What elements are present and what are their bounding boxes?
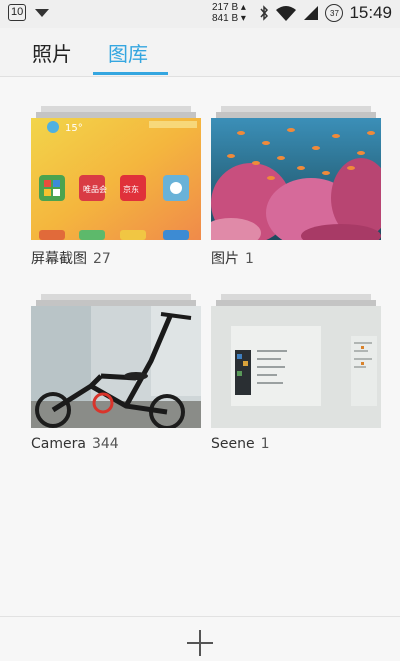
album-thumbnail: 15° 唯品会 京东 — [31, 118, 201, 240]
battery-icon: 37 — [325, 4, 344, 22]
album-count: 1 — [245, 251, 254, 267]
album-name: 屏幕截图 — [31, 251, 87, 267]
status-left: 10 — [8, 4, 50, 21]
album-label: 屏幕截图 27 — [31, 248, 111, 268]
album-thumbnail — [211, 118, 381, 240]
album-label: Camera 344 — [31, 436, 119, 452]
album-name: Seene — [211, 436, 255, 452]
album-count: 1 — [260, 436, 270, 452]
album-count: 344 — [91, 436, 119, 452]
status-bar: 10 217 B ▴ 841 B ▾ 37 15:49 — [0, 0, 400, 28]
album-name: 图片 — [211, 251, 239, 267]
thumb-app1-label: 唯品会 — [83, 184, 107, 194]
album-thumbnail — [31, 306, 201, 428]
upload-speed: 217 B ▴ — [212, 2, 246, 13]
notification-badge: 10 — [8, 4, 27, 21]
album-thumbnail — [211, 306, 381, 428]
bluetooth-icon — [260, 5, 269, 21]
thumb-temperature: 15° — [65, 123, 83, 134]
network-speed: 217 B ▴ 841 B ▾ — [212, 2, 246, 24]
add-icon[interactable] — [184, 627, 216, 659]
bottom-divider — [0, 616, 400, 617]
wifi-icon — [276, 6, 297, 21]
status-right: 37 15:49 — [259, 3, 392, 23]
album-name: Camera — [31, 436, 86, 452]
download-speed: 841 B ▾ — [212, 13, 246, 24]
thumb-app2-label: 京东 — [123, 184, 139, 194]
album-count: 27 — [93, 251, 111, 267]
download-notification-icon — [35, 8, 50, 17]
tab-photos[interactable]: 照片 — [32, 38, 72, 67]
album-label: Seene 1 — [211, 436, 270, 452]
album-label: 图片 1 — [211, 248, 254, 268]
tab-bar: 照片 图库 — [0, 28, 400, 77]
active-tab-indicator — [93, 72, 168, 75]
tab-gallery[interactable]: 图库 — [108, 38, 148, 67]
clock: 15:49 — [349, 3, 392, 22]
signal-icon — [304, 6, 319, 20]
